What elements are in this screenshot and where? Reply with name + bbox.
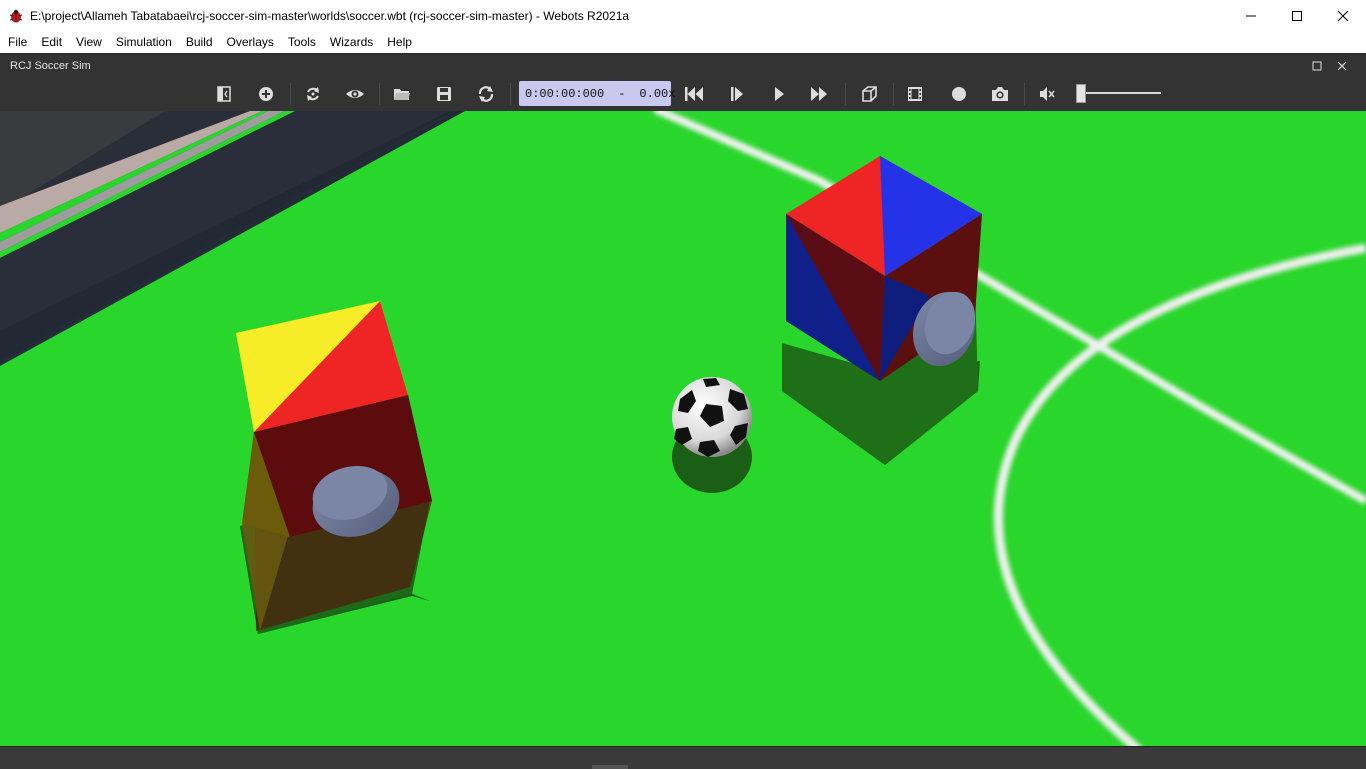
screenshot-button[interactable] (988, 83, 1012, 105)
movie-icon (908, 87, 922, 101)
menu-tools[interactable]: Tools (281, 31, 323, 53)
3d-view-panel-header: RCJ Soccer Sim (0, 53, 1366, 78)
save-world-icon (437, 87, 451, 101)
toggle-scene-tree-button[interactable] (212, 83, 236, 105)
volume-slider-track[interactable] (1080, 92, 1161, 94)
fast-forward-button[interactable] (808, 83, 832, 105)
reload-button[interactable] (301, 83, 325, 105)
view-cube-icon (862, 86, 877, 102)
add-node-button[interactable] (254, 83, 278, 105)
record-icon (952, 87, 966, 101)
add-node-icon (259, 87, 273, 101)
revert-icon (478, 86, 494, 102)
minimize-button[interactable] (1228, 0, 1274, 31)
mute-button[interactable] (1035, 83, 1059, 105)
window-titlebar: E:\project\Allameh Tabatabaei\rcj-soccer… (0, 0, 1366, 31)
reload-icon (307, 87, 319, 101)
simulation-time-display: 0:00:00:000 - 0.00x (519, 81, 675, 106)
panel-close-button[interactable] (1334, 58, 1350, 74)
menu-build[interactable]: Build (179, 31, 220, 53)
window-title: E:\project\Allameh Tabatabaei\rcj-soccer… (30, 8, 630, 23)
save-world-button[interactable] (432, 83, 456, 105)
menu-simulation[interactable]: Simulation (109, 31, 179, 53)
revert-button[interactable] (474, 83, 498, 105)
run-icon (775, 87, 784, 101)
record-button[interactable] (947, 83, 971, 105)
menu-overlays[interactable]: Overlays (220, 31, 281, 53)
toggle-scene-tree-icon (217, 86, 231, 102)
time-separator: - (618, 86, 626, 101)
minimize-icon (1246, 15, 1256, 16)
eye-button[interactable] (343, 83, 367, 105)
bottom-dock-area (0, 746, 1366, 769)
close-icon (1337, 61, 1347, 71)
webots-bug-icon (8, 8, 24, 24)
maximize-button[interactable] (1274, 0, 1320, 31)
open-world-button[interactable] (390, 83, 414, 105)
menu-edit[interactable]: Edit (34, 31, 69, 53)
menu-view[interactable]: View (69, 31, 109, 53)
panel-title: RCJ Soccer Sim (10, 60, 91, 72)
menu-file[interactable]: File (0, 31, 34, 53)
menu-help[interactable]: Help (380, 31, 419, 53)
step-back-button[interactable] (682, 83, 706, 105)
step-back-icon (685, 87, 703, 101)
scene-render (0, 111, 1366, 746)
simulation-time: 0:00:00:000 (525, 86, 605, 101)
soccer-ball (672, 377, 752, 493)
menu-bar: File Edit View Simulation Build Overlays… (0, 31, 1366, 53)
eye-icon (346, 90, 364, 98)
fast-forward-icon (811, 87, 827, 101)
panel-maximize-button[interactable] (1309, 58, 1325, 74)
simulation-toolbar (0, 77, 1366, 111)
step-icon (731, 87, 743, 101)
menu-wizards[interactable]: Wizards (323, 31, 380, 53)
run-button[interactable] (767, 83, 791, 105)
maximize-icon (1292, 10, 1302, 21)
step-button[interactable] (725, 83, 749, 105)
mute-icon (1040, 87, 1055, 101)
view-cube-button[interactable] (857, 83, 881, 105)
movie-button[interactable] (903, 83, 927, 105)
open-world-icon (394, 89, 410, 100)
3d-viewport[interactable] (0, 111, 1366, 746)
close-icon (1337, 10, 1349, 21)
close-button[interactable] (1320, 0, 1366, 31)
splitter-handle[interactable] (592, 765, 628, 769)
simulation-speed: 0.00x (639, 86, 676, 101)
screenshot-icon (992, 87, 1008, 101)
maximize-icon (1312, 61, 1322, 71)
volume-slider-thumb[interactable] (1076, 84, 1086, 103)
